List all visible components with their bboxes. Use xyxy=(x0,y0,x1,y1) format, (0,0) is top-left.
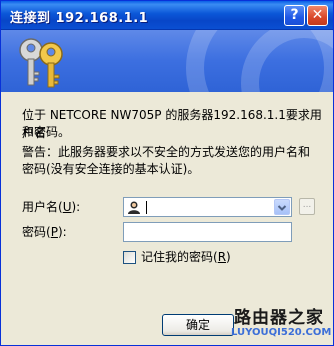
watermark-name: 路由器之家 xyxy=(234,308,324,328)
dialog-banner xyxy=(1,30,333,92)
password-hotkey: P xyxy=(50,225,58,239)
close-button[interactable]: ✕ xyxy=(307,5,328,26)
ok-button[interactable]: 确定 xyxy=(162,314,234,336)
remember-password-label[interactable]: 记住我的密码(R) xyxy=(141,248,231,266)
remember-hotkey: R xyxy=(217,250,227,264)
password-field[interactable] xyxy=(123,222,292,242)
keys-icon xyxy=(19,38,63,88)
remember-label-text: 记住我的密码 xyxy=(141,250,214,264)
chevron-down-icon xyxy=(277,205,287,211)
help-button[interactable]: ? xyxy=(284,5,305,26)
warning-line1: 警告：此服务器要求以不安全的方式发送您的用户名和 xyxy=(22,145,311,159)
username-dropdown-button[interactable] xyxy=(274,199,290,215)
username-label: 用户名(U): xyxy=(22,200,81,214)
username-label-text: 用户名 xyxy=(22,200,59,214)
title-bar[interactable]: 连接到 192.168.1.1 ? ✕ xyxy=(1,1,333,30)
auth-message-line2: 和密码。 xyxy=(22,125,71,139)
user-icon xyxy=(128,201,140,214)
window-title: 连接到 192.168.1.1 xyxy=(10,11,149,26)
username-combobox[interactable] xyxy=(123,197,292,217)
password-label: 密码(P): xyxy=(22,225,67,239)
watermark-url: LUYOUQI520.COM xyxy=(231,327,332,338)
text-caret xyxy=(146,201,147,214)
remember-password-checkbox[interactable] xyxy=(123,251,136,264)
connect-dialog: 连接到 192.168.1.1 ? ✕ 位于 NETCORE NW705P 的服… xyxy=(0,0,334,346)
username-hotkey: U xyxy=(62,200,72,214)
warning-line2: 密码(没有安全连接的基本认证)。 xyxy=(22,162,200,176)
browse-credentials-button[interactable]: ... xyxy=(299,198,315,215)
password-label-text: 密码 xyxy=(22,225,47,239)
